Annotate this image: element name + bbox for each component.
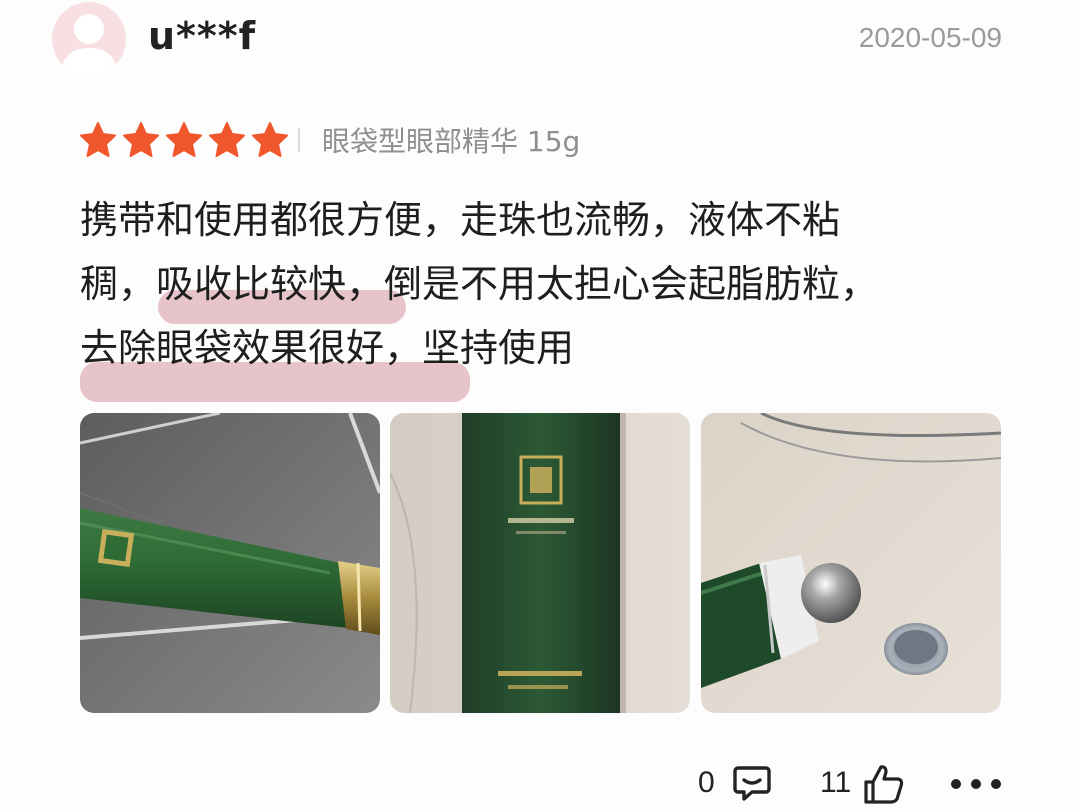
review-text-line: 稠，吸收比较快，倒是不用太担心会起脂肪粒， — [80, 262, 879, 306]
thumbs-up-icon[interactable] — [862, 762, 906, 806]
review-photo-1[interactable] — [80, 413, 380, 713]
product-box-photo — [390, 413, 690, 713]
comment-count: 0 — [698, 766, 715, 799]
star-rating — [78, 120, 290, 160]
star-icon — [209, 122, 245, 157]
review-actions: 0 11 — [0, 762, 1080, 806]
user-silhouette-icon — [60, 14, 118, 76]
review-text-line: 去除眼袋效果很好，坚持使用 — [80, 326, 575, 370]
star-icon — [166, 122, 202, 157]
star-icon — [252, 122, 288, 157]
review-card: u***f 2020-05-09 眼袋型眼部精华 15g 携带和使用都很方便，走… — [0, 0, 1080, 810]
review-photo-2[interactable] — [390, 413, 690, 713]
like-count: 11 — [820, 766, 852, 799]
divider — [298, 128, 300, 152]
avatar[interactable] — [52, 2, 126, 76]
star-icon — [123, 122, 159, 157]
more-icon[interactable] — [948, 772, 1004, 796]
review-photo-3[interactable] — [701, 413, 1001, 713]
product-tube-photo — [80, 413, 380, 713]
review-text: 携带和使用都很方便，走珠也流畅，液体不粘 稠，吸收比较快，倒是不用太担心会起脂肪… — [80, 188, 980, 380]
review-text-line: 携带和使用都很方便，走珠也流畅，液体不粘 — [80, 198, 841, 242]
product-variant: 眼袋型眼部精华 15g — [322, 125, 581, 158]
roller-ball-photo — [701, 413, 1001, 713]
star-icon — [80, 122, 116, 157]
username[interactable]: u***f — [148, 14, 256, 58]
review-date: 2020-05-09 — [858, 22, 1002, 53]
comment-icon[interactable] — [732, 762, 772, 802]
